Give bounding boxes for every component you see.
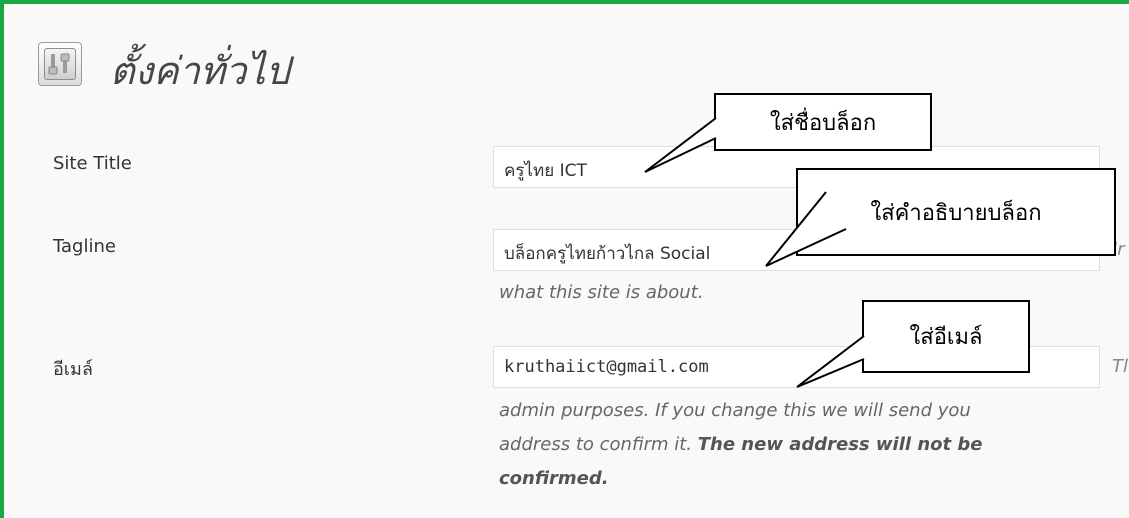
callout-pointers: [644, 117, 865, 388]
